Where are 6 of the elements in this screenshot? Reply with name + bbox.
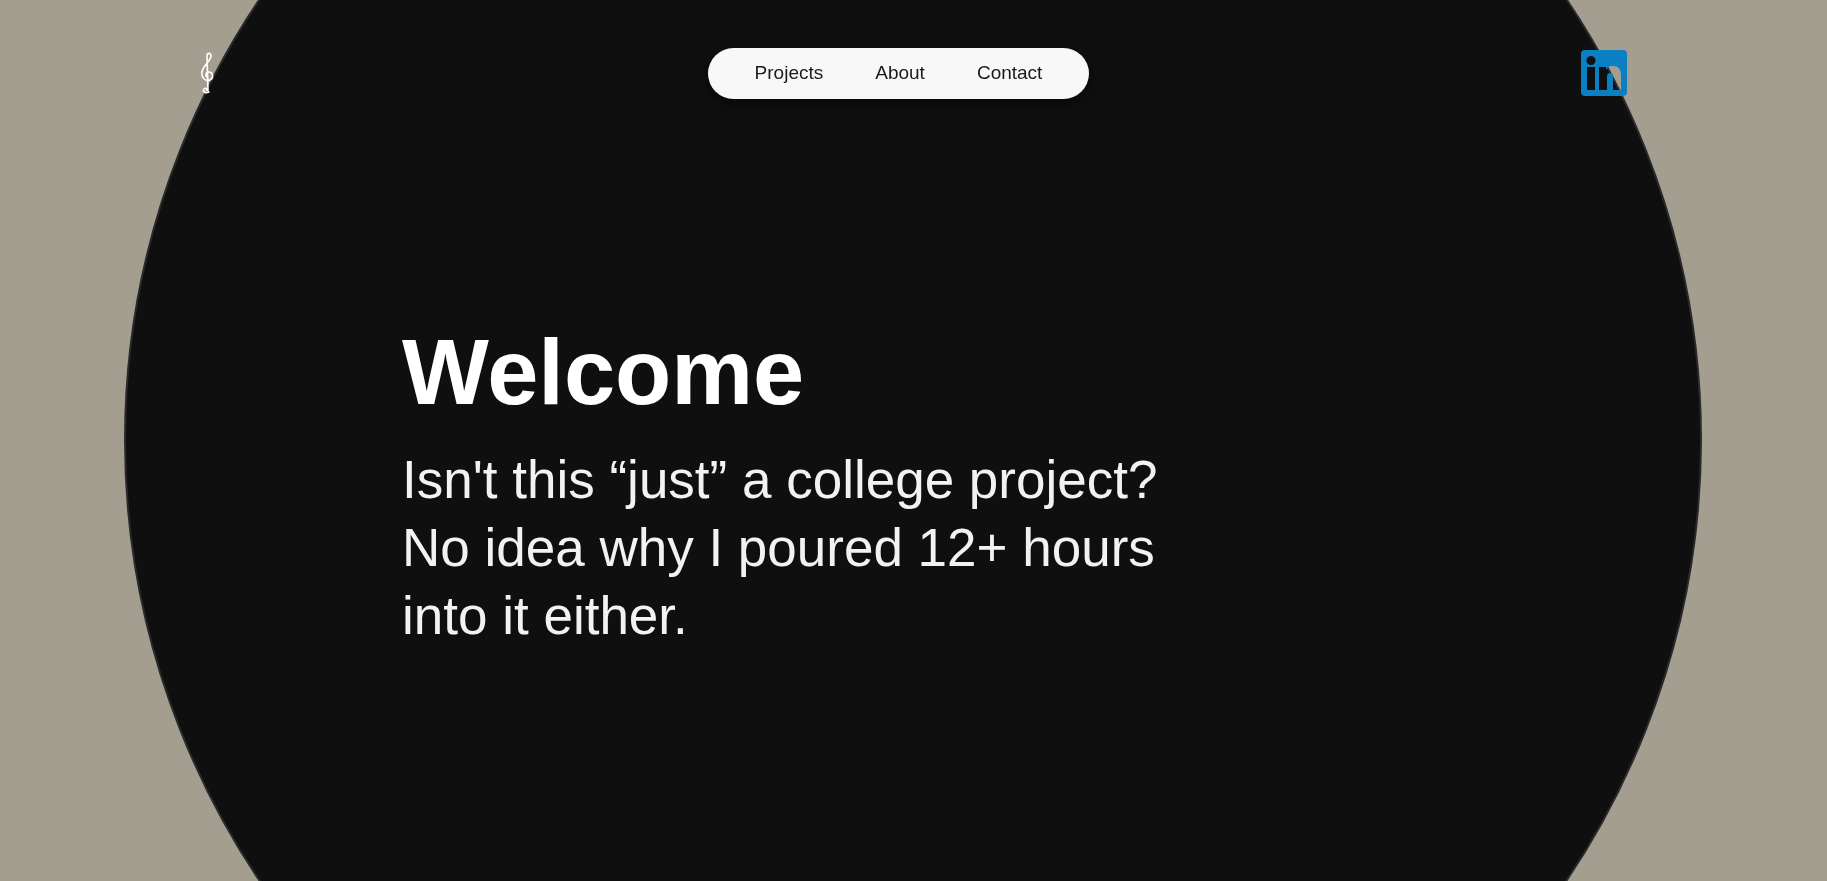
nav-link[interactable]: Projects <box>752 54 826 92</box>
nav-link[interactable]: Contact <box>974 54 1045 92</box>
treble-clef-icon[interactable] <box>200 52 216 94</box>
hero-subtitle: Isn't this “just” a college project? No idea why I poured 12+ hours into it either. <box>402 449 1159 647</box>
nav-link[interactable]: About <box>873 54 927 92</box>
hero-title: Welcome <box>402 326 806 418</box>
